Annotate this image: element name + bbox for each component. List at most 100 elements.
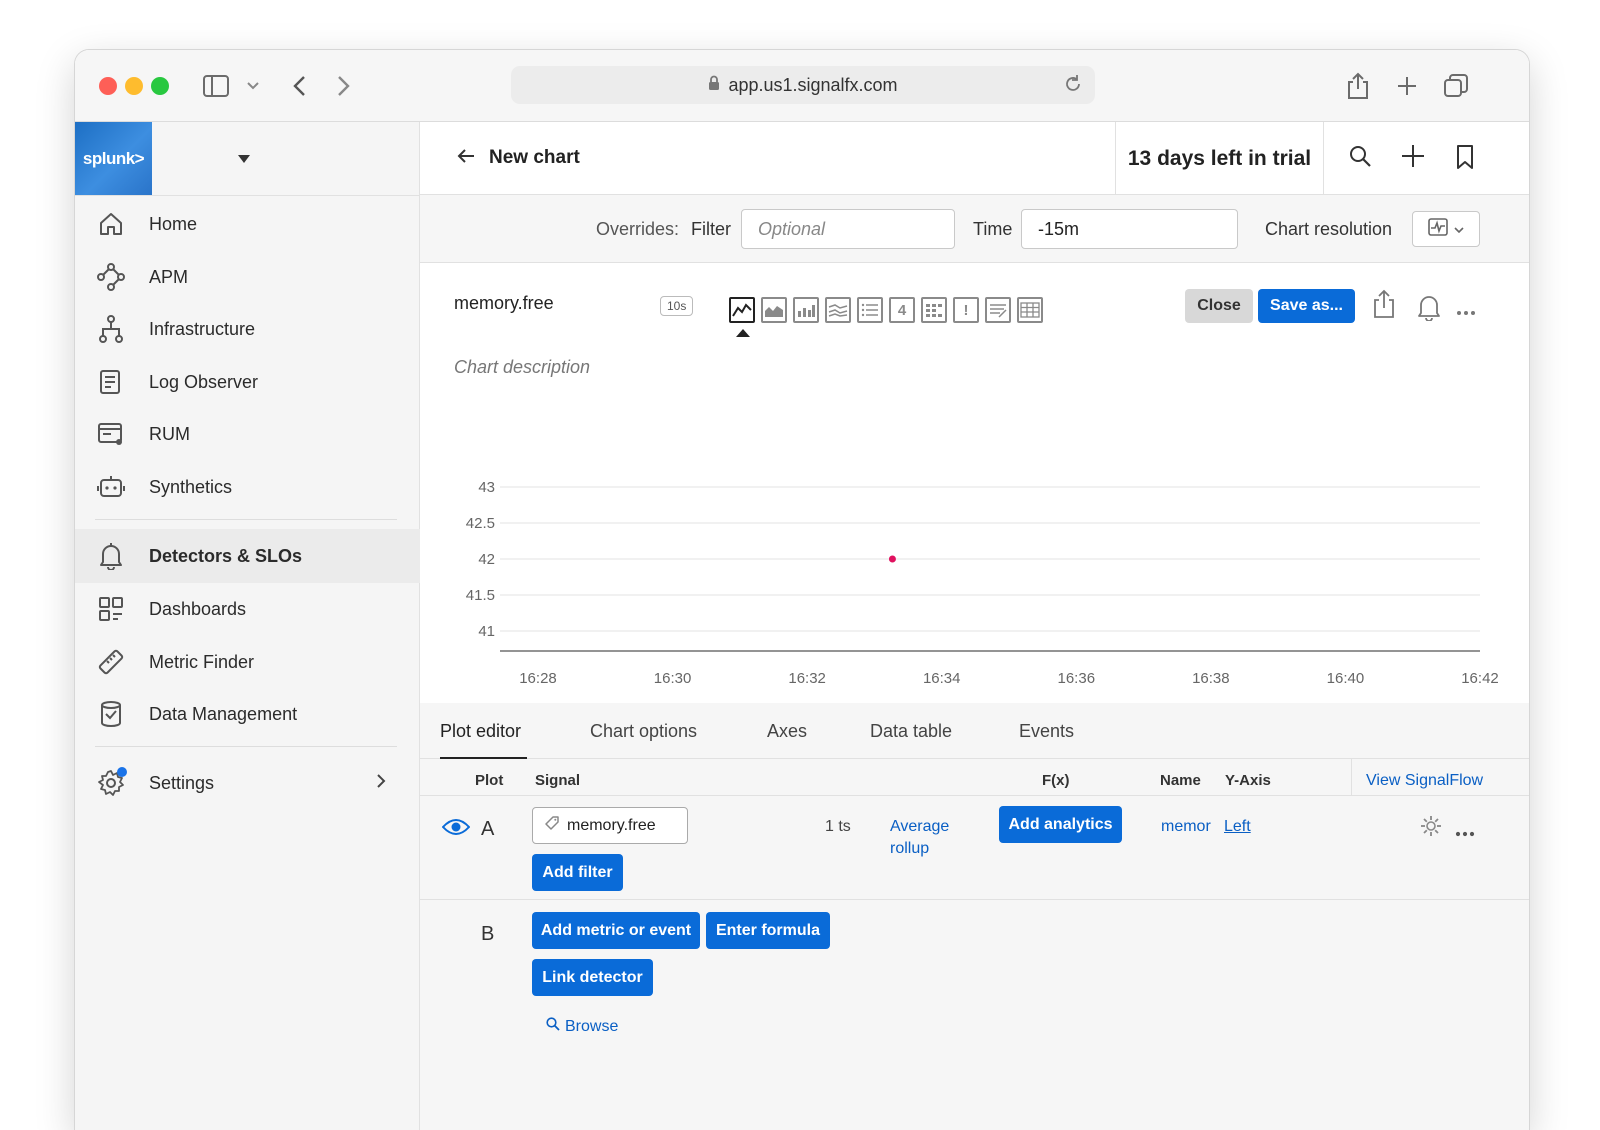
- chevron-right-icon: [376, 773, 386, 794]
- sidebar-item-log-observer[interactable]: Log Observer: [75, 356, 420, 408]
- yaxis-left-link[interactable]: Left: [1224, 818, 1251, 836]
- x-tick-label: 16:38: [1192, 670, 1230, 687]
- sidebar-item-data-management[interactable]: Data Management: [75, 688, 420, 740]
- list-chart-icon[interactable]: [857, 297, 883, 323]
- sidebar-item-dashboards[interactable]: Dashboards: [75, 583, 420, 635]
- event-feed-icon[interactable]: !: [953, 297, 979, 323]
- back-icon[interactable]: [287, 70, 311, 102]
- tab-chart-options[interactable]: Chart options: [590, 721, 697, 742]
- col-header-fx: F(x): [1042, 772, 1070, 789]
- rollup-link-line2[interactable]: rollup: [890, 840, 929, 858]
- browser-window: app.us1.signalfx.com splunk> Home APM In…: [75, 50, 1529, 1130]
- search-icon: [546, 1017, 560, 1036]
- share-chart-icon[interactable]: [1372, 289, 1396, 324]
- forward-icon[interactable]: [332, 70, 356, 102]
- histogram-chart-icon[interactable]: [825, 297, 851, 323]
- share-icon[interactable]: [1345, 70, 1371, 102]
- gear-icon: [97, 767, 127, 797]
- col-header-signal: Signal: [535, 772, 581, 789]
- add-metric-or-event-button[interactable]: Add metric or event: [532, 912, 700, 949]
- plot-name-link[interactable]: memor: [1161, 818, 1213, 836]
- y-tick-label: 42: [478, 551, 495, 568]
- tab-data-table[interactable]: Data table: [870, 721, 952, 742]
- sidebar-item-label: Home: [149, 213, 198, 234]
- sidebar-item-infrastructure[interactable]: Infrastructure: [75, 303, 420, 355]
- sidebar-item-rum[interactable]: RUM: [75, 408, 420, 460]
- zoom-window-button[interactable]: [151, 77, 169, 95]
- trial-banner[interactable]: 13 days left in trial: [1115, 122, 1324, 195]
- robot-icon: [97, 473, 125, 501]
- visibility-eye-icon[interactable]: [441, 817, 471, 842]
- sidebar-item-label: Settings: [149, 772, 215, 793]
- x-tick-label: 16:32: [788, 670, 826, 687]
- resolution-badge: 10s: [660, 296, 694, 316]
- time-label: Time: [973, 219, 1013, 239]
- area-chart-icon[interactable]: [761, 297, 787, 323]
- tab-events[interactable]: Events: [1019, 721, 1074, 742]
- plot-letter-a: A: [481, 818, 495, 840]
- tab-overview-icon[interactable]: [1443, 70, 1469, 102]
- url-text: app.us1.signalfx.com: [728, 74, 898, 95]
- x-tick-label: 16:42: [1461, 670, 1499, 687]
- x-tick-label: 16:30: [654, 670, 692, 687]
- more-options-icon[interactable]: [1456, 303, 1476, 321]
- minimize-window-button[interactable]: [125, 77, 143, 95]
- heatmap-chart-icon[interactable]: [921, 297, 947, 323]
- sidebar-item-home[interactable]: Home: [75, 198, 420, 250]
- view-signalflow-link[interactable]: View SignalFlow: [1366, 772, 1483, 790]
- dashboards-icon: [97, 595, 125, 623]
- enter-formula-button[interactable]: Enter formula: [706, 912, 830, 949]
- x-tick-label: 16:34: [923, 670, 961, 687]
- sidebar-item-apm[interactable]: APM: [75, 251, 420, 303]
- signal-name: memory.free: [567, 816, 656, 834]
- chart-resolution-dropdown[interactable]: [1412, 211, 1480, 247]
- link-detector-button[interactable]: Link detector: [532, 959, 653, 996]
- sidebar-divider: [95, 746, 397, 747]
- tab-plot-editor[interactable]: Plot editor: [440, 721, 521, 742]
- sidebar-item-metric-finder[interactable]: Metric Finder: [75, 636, 420, 688]
- col-header-yaxis: Y-Axis: [1225, 772, 1271, 789]
- search-icon[interactable]: [1348, 144, 1372, 173]
- add-filter-button[interactable]: Add filter: [532, 854, 623, 891]
- selected-viz-pointer: [736, 329, 750, 337]
- bookmark-icon[interactable]: [1456, 144, 1474, 175]
- plot-more-icon[interactable]: [1455, 824, 1475, 842]
- tab-axes[interactable]: Axes: [767, 721, 807, 742]
- browse-link[interactable]: Browse: [546, 1017, 618, 1036]
- back-arrow-icon[interactable]: [456, 146, 476, 171]
- sidebar-toggle-icon[interactable]: [201, 70, 231, 102]
- plus-icon[interactable]: [1401, 144, 1425, 173]
- chart-description-input[interactable]: Chart description: [454, 357, 590, 378]
- chart-resolution-label: Chart resolution: [1265, 219, 1393, 239]
- plot-settings-gear-icon[interactable]: [1420, 815, 1442, 842]
- filter-input[interactable]: Optional: [741, 209, 955, 249]
- table-chart-icon[interactable]: [1017, 297, 1043, 323]
- add-analytics-button[interactable]: Add analytics: [999, 806, 1122, 843]
- signal-input[interactable]: memory.free: [532, 807, 688, 844]
- alert-bell-icon[interactable]: [1417, 293, 1441, 326]
- y-tick-label: 41.5: [466, 587, 495, 604]
- address-bar[interactable]: app.us1.signalfx.com: [511, 66, 1095, 104]
- close-button[interactable]: Close: [1185, 289, 1253, 323]
- chart-title[interactable]: memory.free: [454, 293, 554, 314]
- rollup-link-line1[interactable]: Average: [890, 818, 949, 836]
- save-as-button[interactable]: Save as...: [1258, 289, 1355, 323]
- column-chart-icon[interactable]: [793, 297, 819, 323]
- sidebar-item-settings[interactable]: Settings: [75, 757, 420, 809]
- sidebar-item-label: Dashboards: [149, 598, 247, 619]
- sidebar-item-synthetics[interactable]: Synthetics: [75, 461, 420, 513]
- trial-text: 13 days left in trial: [1127, 146, 1312, 170]
- resolution-icon: [1428, 217, 1448, 241]
- text-note-icon[interactable]: [985, 297, 1011, 323]
- sidebar-item-label: Detectors & SLOs: [149, 545, 303, 566]
- single-value-chart-icon[interactable]: 4: [889, 297, 915, 323]
- chevron-down-icon[interactable]: [245, 70, 261, 102]
- reload-icon[interactable]: [1063, 74, 1083, 99]
- close-window-button[interactable]: [99, 77, 117, 95]
- time-input[interactable]: -15m: [1021, 209, 1238, 249]
- line-chart-icon[interactable]: [729, 297, 755, 323]
- new-tab-icon[interactable]: [1395, 70, 1419, 102]
- splunk-logo[interactable]: splunk>: [75, 122, 152, 195]
- org-caret-down-icon[interactable]: [238, 150, 250, 166]
- sidebar-item-detectors-slos[interactable]: Detectors & SLOs: [75, 529, 420, 583]
